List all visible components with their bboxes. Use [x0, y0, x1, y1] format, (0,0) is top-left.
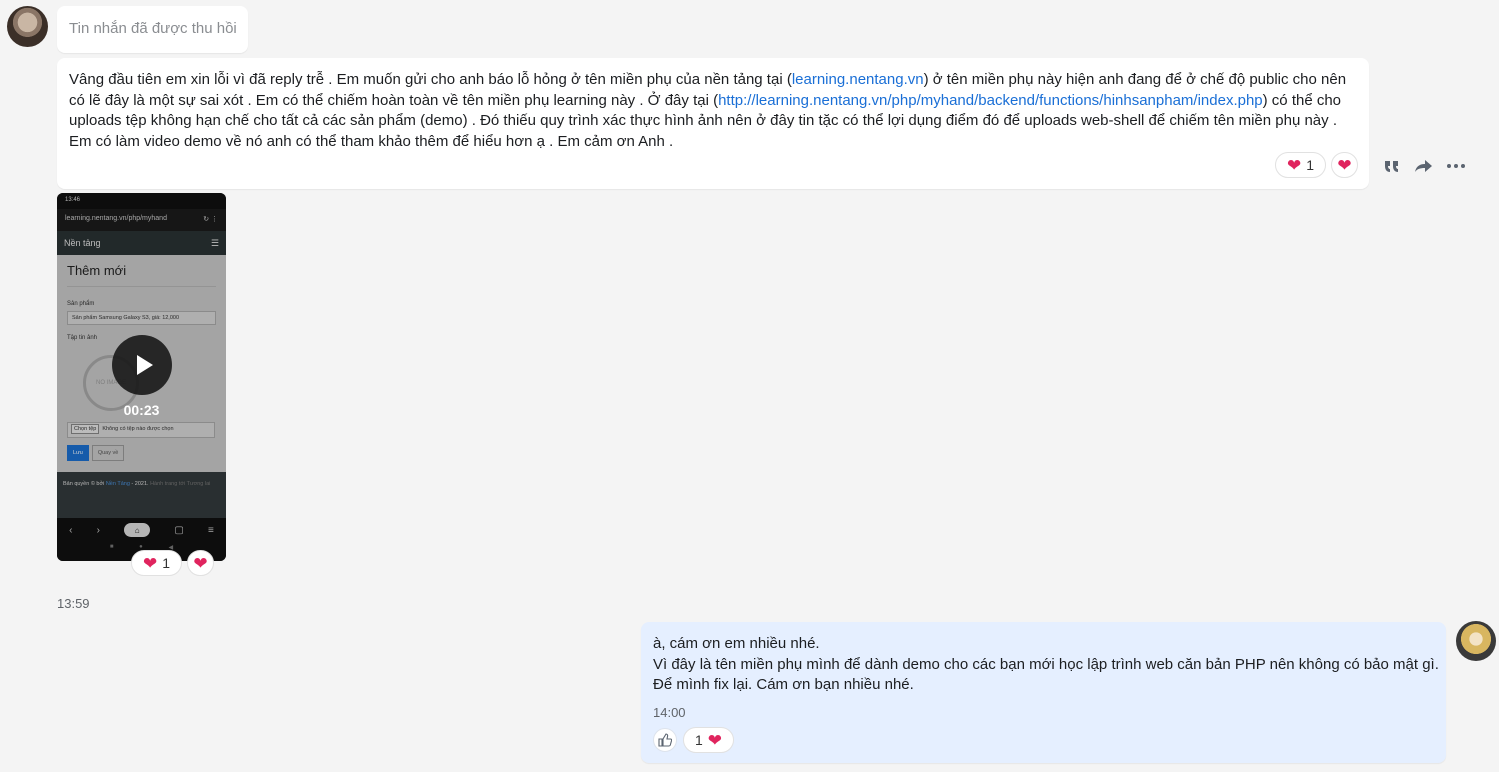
message-timestamp: 14:00: [653, 704, 686, 720]
heart-icon: ❤: [1337, 155, 1352, 175]
heart-icon: ❤: [1286, 155, 1302, 175]
message-timestamp: 13:59: [57, 596, 90, 611]
video-react-button[interactable]: ❤: [187, 550, 214, 576]
message-line: à, cám ơn em nhiều nhé.: [653, 635, 820, 652]
video-reaction-summary[interactable]: ❤ 1: [131, 550, 182, 576]
message-line: Vì đây là tên miền phụ mình để dành demo…: [653, 655, 1439, 673]
outgoing-reaction-summary[interactable]: 1 ❤: [683, 727, 734, 753]
reaction-summary[interactable]: ❤ 1: [1275, 152, 1326, 178]
heart-icon: ❤: [193, 553, 208, 573]
react-button[interactable]: ❤: [1331, 152, 1358, 178]
recalled-text: Tin nhắn đã được thu hồi: [69, 20, 237, 37]
reaction-count: 1: [162, 555, 171, 571]
video-duration: 00:23: [123, 402, 160, 418]
my-avatar[interactable]: [1456, 621, 1496, 661]
video-attachment[interactable]: 13:46 learning.nentang.vn/php/myhand ↻ ⋮…: [57, 193, 226, 561]
like-icon[interactable]: [653, 728, 677, 752]
reaction-count: 1: [1306, 157, 1315, 173]
more-icon[interactable]: [1444, 154, 1468, 178]
message-link-url[interactable]: http://learning.nentang.vn/php/myhand/ba…: [718, 92, 1263, 109]
message-line: Để mình fix lại. Cám ơn bạn nhiều nhé.: [653, 676, 914, 693]
share-icon[interactable]: [1412, 154, 1436, 178]
quote-icon[interactable]: [1380, 154, 1404, 178]
message-link-domain[interactable]: learning.nentang.vn: [792, 71, 924, 88]
heart-icon: ❤: [707, 730, 723, 750]
play-icon[interactable]: [112, 335, 172, 395]
heart-icon: ❤: [142, 553, 158, 573]
sender-avatar[interactable]: [7, 6, 48, 47]
incoming-message[interactable]: Vâng đầu tiên em xin lỗi vì đã reply trễ…: [57, 58, 1369, 189]
message-text: Vâng đầu tiên em xin lỗi vì đã reply trễ…: [69, 70, 1357, 152]
message-text-part: Vâng đầu tiên em xin lỗi vì đã reply trễ…: [69, 71, 792, 88]
message-actions: [1380, 154, 1468, 178]
reaction-count: 1: [694, 732, 703, 748]
outgoing-message[interactable]: à, cám ơn em nhiều nhé. Vì đây là tên mi…: [641, 622, 1446, 763]
recalled-message: Tin nhắn đã được thu hồi: [57, 6, 248, 53]
